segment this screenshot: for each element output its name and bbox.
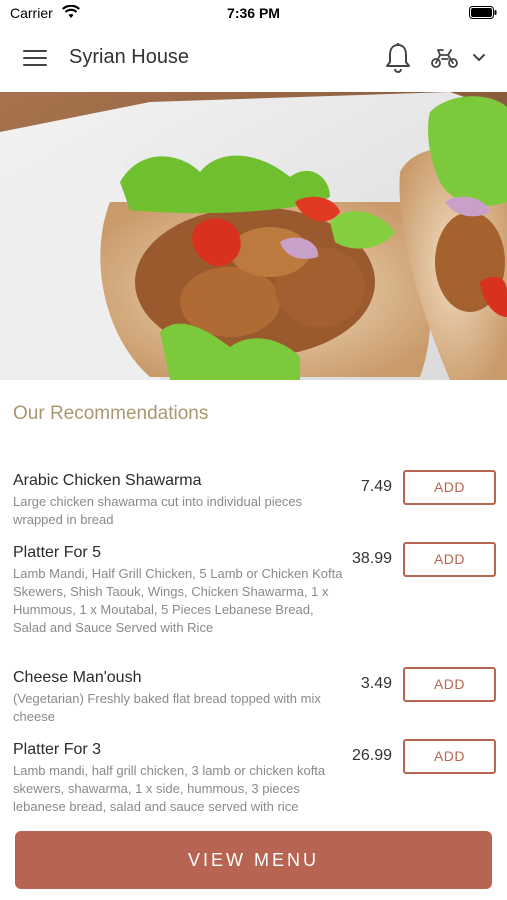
item-name: Cheese Man'oush (13, 669, 142, 686)
recommendations-list: Arabic Chicken Shawarma Large chicken sh… (0, 466, 507, 822)
chevron-down-icon[interactable] (472, 50, 486, 68)
bell-icon[interactable] (383, 42, 413, 79)
nav-bar: Syrian House (0, 26, 507, 93)
item-description: Lamb mandi, half grill chicken, 3 lamb o… (13, 763, 326, 814)
item-price: 7.49 (360, 478, 392, 495)
item-price: 38.99 (351, 550, 392, 567)
add-button[interactable]: ADD (403, 542, 496, 577)
recommendations-heading: Our Recommendations (13, 403, 209, 424)
item-name: Platter For 3 (13, 741, 102, 758)
item-name: Platter For 5 (13, 544, 102, 561)
item-description: (Vegetarian) Freshly baked flat bread to… (13, 691, 321, 724)
add-button[interactable]: ADD (403, 470, 496, 505)
add-button[interactable]: ADD (403, 739, 496, 774)
item-price: 26.99 (351, 747, 392, 764)
item-price: 3.49 (360, 675, 392, 692)
view-menu-button[interactable]: VIEW MENU (15, 831, 492, 889)
add-button[interactable]: ADD (403, 667, 496, 702)
item-description: Lamb Mandi, Half Grill Chicken, 5 Lamb o… (13, 566, 343, 635)
page-title: Syrian House (69, 46, 190, 68)
status-bar: Carrier 7:36 PM (0, 0, 507, 26)
hamburger-menu-icon[interactable] (23, 48, 47, 68)
item-description: Large chicken shawarma cut into individu… (13, 494, 303, 527)
item-name: Arabic Chicken Shawarma (13, 472, 202, 489)
battery-icon (469, 6, 497, 22)
status-time: 7:36 PM (227, 5, 280, 21)
hero-image (0, 92, 507, 380)
scooter-icon[interactable] (430, 46, 460, 75)
